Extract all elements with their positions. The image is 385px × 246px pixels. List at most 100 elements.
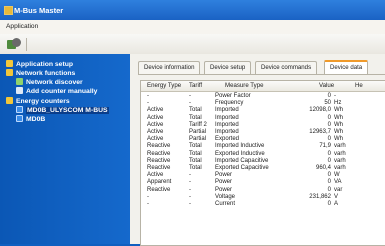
table-row[interactable]: - - Voltage 231,862 V [141,194,385,201]
tree-item-md0b-ulyscom[interactable]: MD0B_ULYSCOM M-BUS [16,106,109,114]
table-cell: - [189,193,191,200]
column-header-value[interactable]: Value [319,82,334,89]
table-cell: 12098,0 [309,107,331,114]
device-data-table: Energy Type Tariff Measure Type Value He… [140,80,385,246]
table-cell: Wh [334,114,343,121]
table-cell: Exported Capacitive [215,165,269,171]
table-cell: Total [189,114,202,121]
table-cell: Imported [215,129,239,135]
table-row[interactable]: Active Tariff 2 Imported 0 Wh [141,122,385,129]
table-row[interactable]: Reactive Total Imported Capacitive 0 varh [141,158,385,165]
table-cell: Active [147,121,164,128]
table-cell: Tariff 2 [189,121,207,128]
tree-item-energy-counters[interactable]: Energy counters [6,97,70,105]
table-cell: Imported [215,114,239,121]
toolbar-separator [26,38,27,51]
table-cell: varh [334,143,346,150]
tab-strip: Device information Device setup Device c… [138,60,385,75]
counter-icon [6,97,13,104]
table-cell: Reactive [147,143,171,150]
tree-item-network-functions[interactable]: Network functions [6,69,75,77]
table-cell: - [189,93,191,99]
table-cell: - [189,186,191,193]
table-row[interactable]: Active Partial Imported 12963,7 Wh [141,129,385,136]
table-cell: 50 [324,100,331,107]
table-cell: Total [189,107,202,114]
table-row[interactable]: Active Total Imported 12098,0 Wh [141,107,385,114]
table-cell: Wh [334,107,343,114]
app-icon [4,6,13,15]
table-row[interactable]: Reactive Total Exported Capacitive 960,4 var… [141,165,385,172]
device-icon [16,115,23,122]
table-row[interactable]: Active - Power 0 W [141,172,385,179]
table-row[interactable]: Active Partial Exported 0 Wh [141,136,385,143]
tree-item-network-discover[interactable]: Network discover [16,78,83,86]
table-cell: Apparent [147,179,172,186]
table-row[interactable]: Apparent - Power 0 VA [141,179,385,186]
tree-item-add-counter[interactable]: Add counter manually [16,87,97,95]
table-cell: 0 [327,201,331,207]
table-cell: - [189,201,191,207]
table-cell: Reactive [147,150,171,157]
table-cell: 960,4 [315,165,331,171]
table-row[interactable]: Reactive - Power 0 var [141,187,385,194]
menu-bar: Application [0,20,385,35]
table-row[interactable]: Reactive Total Imported Inductive 71,9 varh [141,143,385,150]
table-row[interactable]: - - Current 0 A [141,201,385,208]
add-icon [16,87,23,94]
table-cell: A [334,201,339,207]
table-cell: varh [334,150,346,157]
tab-device-setup[interactable]: Device setup [204,61,252,74]
table-cell: - [147,193,149,200]
tab-device-information[interactable]: Device information [138,61,201,74]
table-cell: Current [215,201,236,207]
table-cell: Voltage [215,193,236,200]
table-cell: Partial [189,129,207,135]
table-row[interactable]: Reactive Total Exported Inductive 0 varh [141,151,385,158]
table-cell: - [189,172,191,179]
gear-icon [6,60,13,67]
column-header-tariff[interactable]: Tariff [189,82,202,89]
table-cell: Active [147,172,164,179]
device-icon [16,106,23,113]
search-icon [16,78,23,85]
table-cell: Total [189,143,202,150]
table-cell: - [147,100,149,107]
table-cell: - [147,93,149,99]
table-cell: 231,862 [309,193,331,200]
connect-button[interactable] [7,38,21,50]
table-cell: Active [147,114,164,121]
table-cell: Active [147,136,164,143]
menu-application[interactable]: Application [6,23,38,30]
table-cell: Reactive [147,186,171,193]
tab-device-data[interactable]: Device data [324,60,369,74]
tree-item-application-setup[interactable]: Application setup [6,60,73,68]
table-cell: Wh [334,136,343,143]
toolbar [0,34,385,55]
table-cell: Power [215,186,233,193]
column-header-measure-type[interactable]: Measure Type [225,82,264,89]
title-bar: M-Bus Master [0,0,385,20]
tab-device-commands[interactable]: Device commands [255,61,318,74]
table-cell: W [334,172,340,179]
table-cell: 0 [327,121,331,128]
table-cell: - [334,93,336,99]
table-cell: Exported [215,136,240,143]
table-row[interactable]: - - Power Factor 0- [141,93,385,100]
table-cell: 0 [327,93,331,99]
disk-icon [12,38,21,47]
content-panel: Device information Device setup Device c… [130,54,385,246]
table-cell: Power Factor [215,93,251,99]
table-cell: 0 [327,114,331,121]
table-cell: VA [334,179,342,186]
tree-item-md0b[interactable]: MD0B [16,115,45,123]
column-header-unit[interactable]: He [355,82,363,89]
table-row[interactable]: Active Total Imported 0 Wh [141,115,385,122]
table-cell: - [189,100,191,107]
column-header-energy-type[interactable]: Energy Type [147,82,181,89]
table-cell: - [189,179,191,186]
table-cell: Total [189,165,202,171]
table-cell: Imported [215,121,239,128]
table-row[interactable]: - - Frequency 50 Hz [141,100,385,107]
tab-divider [138,74,385,75]
